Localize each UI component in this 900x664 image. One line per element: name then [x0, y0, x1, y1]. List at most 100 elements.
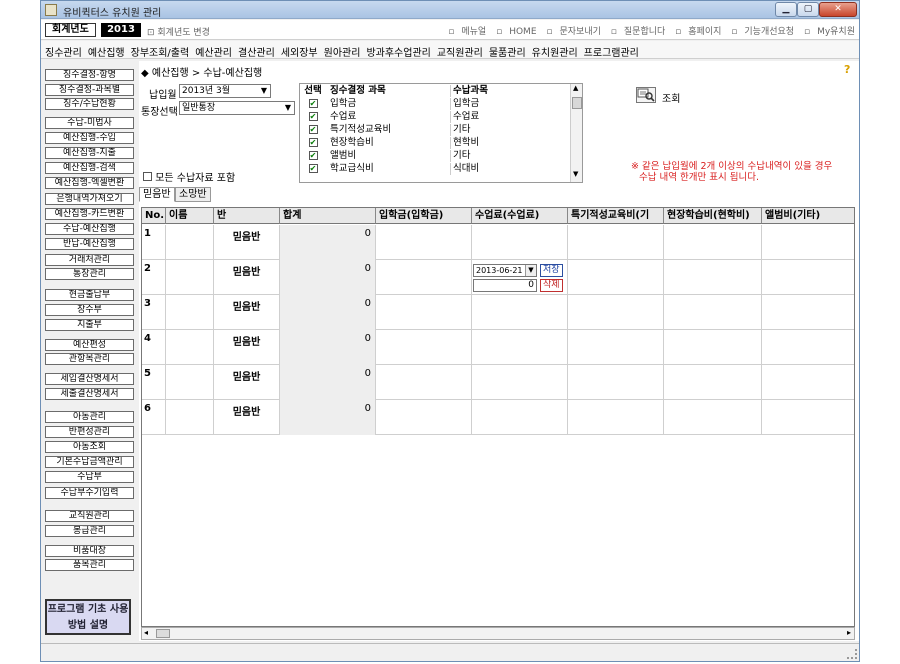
- sidebar-item[interactable]: 거래처관리: [45, 254, 134, 266]
- minimize-button[interactable]: ▁: [775, 2, 797, 17]
- row-tuition-cell[interactable]: [472, 400, 568, 435]
- sidebar-item[interactable]: 지출부: [45, 319, 134, 331]
- subject-row[interactable]: ✔ 현장학습비 현학비: [300, 137, 570, 149]
- feature-request-link[interactable]: ▫ 기능개선요청: [731, 27, 794, 37]
- row-special-cell[interactable]: [568, 365, 664, 400]
- row-tuition-cell[interactable]: [472, 330, 568, 365]
- title-bar[interactable]: 유비퀵터스 유치원 관리 ▁ ▢ ✕: [41, 1, 859, 19]
- account-select[interactable]: 일반통장 ▼: [179, 101, 295, 115]
- menu-collection[interactable]: 징수관리: [41, 41, 84, 59]
- menu-supplies[interactable]: 물품관리: [485, 41, 528, 59]
- ask-question-link[interactable]: ▫ 질문합니다: [611, 27, 666, 37]
- table-row[interactable]: 1 믿음반 0: [142, 225, 854, 260]
- row-fieldtrip-cell[interactable]: [664, 400, 762, 435]
- sidebar-item[interactable]: 통장관리: [45, 268, 134, 280]
- sidebar-item[interactable]: 교직원관리: [45, 510, 134, 522]
- row-fieldtrip-cell[interactable]: [664, 260, 762, 295]
- row-tuition-cell[interactable]: [472, 295, 568, 330]
- row-admission-cell[interactable]: [376, 330, 472, 365]
- home-link[interactable]: ▫ HOME: [496, 27, 536, 37]
- scroll-left-icon[interactable]: ◂: [144, 628, 148, 637]
- sidebar-item[interactable]: 세출결산명세서: [45, 388, 134, 400]
- sidebar-item[interactable]: 아동조회: [45, 441, 134, 453]
- sidebar-item[interactable]: 수납부수기입력: [45, 487, 134, 499]
- tab-class-faith[interactable]: 믿음반: [139, 187, 175, 202]
- close-button[interactable]: ✕: [819, 2, 857, 17]
- program-help-button[interactable]: 프로그램 기초 사용방법 설명: [45, 599, 131, 635]
- scroll-thumb[interactable]: [156, 629, 170, 638]
- resize-grip-icon[interactable]: [847, 649, 857, 659]
- row-album-cell[interactable]: [762, 260, 854, 295]
- sidebar-item[interactable]: 품목관리: [45, 559, 134, 571]
- menu-after-school[interactable]: 방과후수업관리: [362, 41, 432, 59]
- scroll-down-icon[interactable]: ▼: [573, 170, 578, 178]
- sidebar-item[interactable]: 예산집행-카드변환: [45, 208, 134, 220]
- subject-checkbox[interactable]: ✔: [308, 99, 318, 108]
- menu-program[interactable]: 프로그램관리: [580, 41, 641, 59]
- row-admission-cell[interactable]: [376, 225, 472, 260]
- menu-settlement[interactable]: 결산관리: [234, 41, 277, 59]
- row-special-cell[interactable]: [568, 330, 664, 365]
- row-admission-cell[interactable]: [376, 295, 472, 330]
- menu-ledger-print[interactable]: 장부조회/출력: [127, 41, 192, 59]
- sidebar-item[interactable]: 징수결정-항명: [45, 69, 134, 81]
- sidebar-item[interactable]: 기본수납금액관리: [45, 456, 134, 468]
- sidebar-item[interactable]: 예산편성: [45, 339, 134, 351]
- scroll-up-icon[interactable]: ▲: [573, 84, 578, 92]
- sidebar-item[interactable]: 세입결산명세서: [45, 373, 134, 385]
- sidebar-item[interactable]: 은행내역가져오기: [45, 193, 134, 205]
- delete-button[interactable]: 삭제: [540, 279, 563, 292]
- include-all-checkbox-row[interactable]: 모든 수납자료 포함: [143, 169, 235, 184]
- help-icon[interactable]: ?: [844, 63, 850, 76]
- row-album-cell[interactable]: [762, 365, 854, 400]
- row-tuition-cell[interactable]: [472, 365, 568, 400]
- amount-input[interactable]: 0: [473, 279, 537, 292]
- subject-row[interactable]: ✔ 수업료 수업료: [300, 111, 570, 123]
- sidebar-item[interactable]: 수납-예산집행: [45, 223, 134, 235]
- row-album-cell[interactable]: [762, 295, 854, 330]
- subject-row[interactable]: ✔ 입학금 입학금: [300, 98, 570, 110]
- subject-checkbox[interactable]: ✔: [308, 138, 318, 147]
- manual-link[interactable]: ▫ 메뉴얼: [448, 27, 486, 37]
- sidebar-item[interactable]: 비품대장: [45, 545, 134, 557]
- row-admission-cell[interactable]: [376, 260, 472, 295]
- menu-budget-management[interactable]: 예산관리: [191, 41, 234, 59]
- row-special-cell[interactable]: [568, 225, 664, 260]
- subject-row[interactable]: ✔ 학교급식비 식대비: [300, 163, 570, 175]
- menu-budget-execution[interactable]: 예산집행: [84, 41, 127, 59]
- tab-class-hope[interactable]: 소망반: [175, 187, 211, 202]
- sidebar-item[interactable]: 장수부: [45, 304, 134, 316]
- homepage-link[interactable]: ▫ 홈페이지: [675, 27, 721, 37]
- subject-list-scrollbar[interactable]: ▲ ▼: [570, 84, 582, 182]
- sidebar-item[interactable]: 예산집행-지출: [45, 147, 134, 159]
- subject-checkbox[interactable]: ✔: [308, 164, 318, 173]
- menu-children[interactable]: 원아관리: [320, 41, 363, 59]
- row-fieldtrip-cell[interactable]: [664, 225, 762, 260]
- scroll-thumb[interactable]: [572, 97, 582, 109]
- sidebar-item[interactable]: 현금출납부: [45, 289, 134, 301]
- grid-horizontal-scrollbar[interactable]: ◂ ▸: [141, 627, 855, 640]
- sidebar-item[interactable]: 반납-예산집행: [45, 238, 134, 250]
- my-kindergarten-link[interactable]: ▫ My유치원: [804, 27, 855, 37]
- row-admission-cell[interactable]: [376, 400, 472, 435]
- menu-kindergarten[interactable]: 유치원관리: [528, 41, 580, 59]
- scroll-right-icon[interactable]: ▸: [847, 628, 851, 637]
- fiscal-year-change-link[interactable]: ⊡ 회계년도 변경: [147, 25, 210, 38]
- row-tuition-cell[interactable]: [472, 225, 568, 260]
- send-sms-link[interactable]: ▫ 문자보내기: [546, 27, 601, 37]
- sidebar-item[interactable]: 관항목관리: [45, 353, 134, 365]
- subject-checkbox[interactable]: ✔: [308, 151, 318, 160]
- table-row[interactable]: 4 믿음반 0: [142, 330, 854, 365]
- menu-extra-ledger[interactable]: 세외장부: [277, 41, 320, 59]
- row-special-cell[interactable]: [568, 400, 664, 435]
- sidebar-item[interactable]: 예산집행-검색: [45, 162, 134, 174]
- subject-checkbox[interactable]: ✔: [308, 112, 318, 121]
- subject-row[interactable]: ✔ 앨범비 기타: [300, 150, 570, 162]
- row-special-cell[interactable]: [568, 260, 664, 295]
- row-fieldtrip-cell[interactable]: [664, 330, 762, 365]
- table-row[interactable]: 3 믿음반 0: [142, 295, 854, 330]
- sidebar-item[interactable]: 징수결정-과목별: [45, 84, 134, 96]
- pay-month-select[interactable]: 2013년 3월 ▼: [179, 84, 271, 98]
- maximize-button[interactable]: ▢: [797, 2, 819, 17]
- table-row[interactable]: 6 믿음반 0: [142, 400, 854, 435]
